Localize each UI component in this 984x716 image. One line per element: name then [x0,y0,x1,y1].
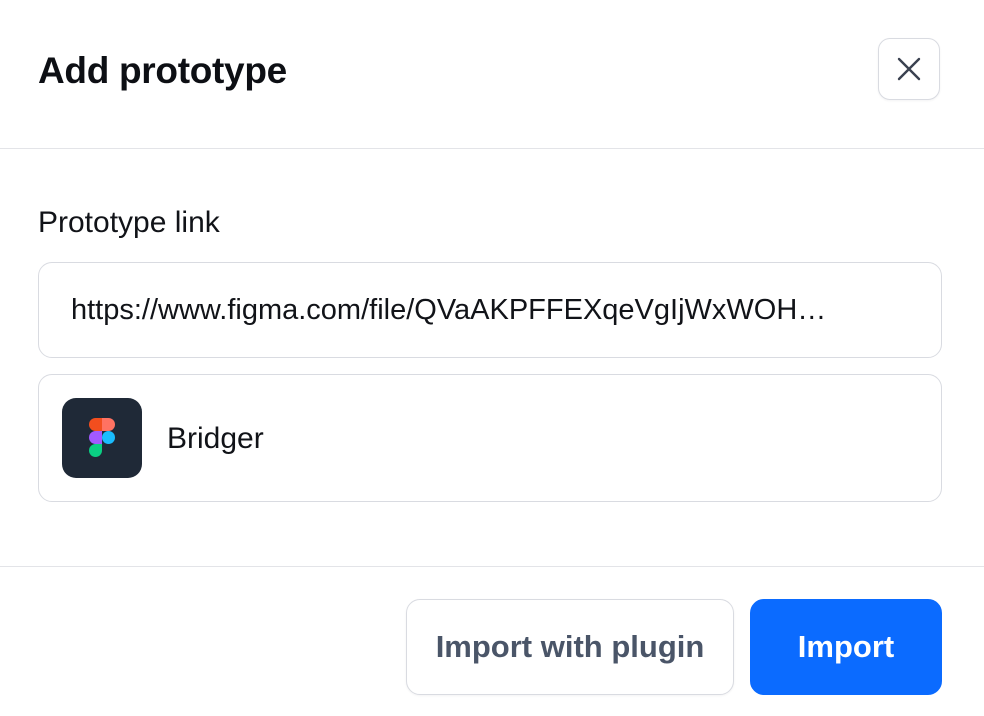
close-button[interactable] [878,38,940,100]
close-icon [896,56,922,82]
add-prototype-dialog: Add prototype Prototype link https://www… [0,0,984,716]
figma-icon [89,418,115,457]
import-button[interactable]: Import [750,599,942,695]
prototype-file-card[interactable]: Bridger [38,374,942,502]
file-name: Bridger [167,422,264,455]
dialog-header: Add prototype [0,0,984,149]
dialog-title: Add prototype [38,50,287,91]
figma-app-tile [62,398,142,478]
prototype-link-input[interactable] [38,262,942,358]
dialog-body: Prototype link Bridger [0,150,984,566]
prototype-link-label: Prototype link [38,206,220,239]
dialog-footer: Import with plugin Import [0,566,984,716]
import-with-plugin-button[interactable]: Import with plugin [406,599,734,695]
